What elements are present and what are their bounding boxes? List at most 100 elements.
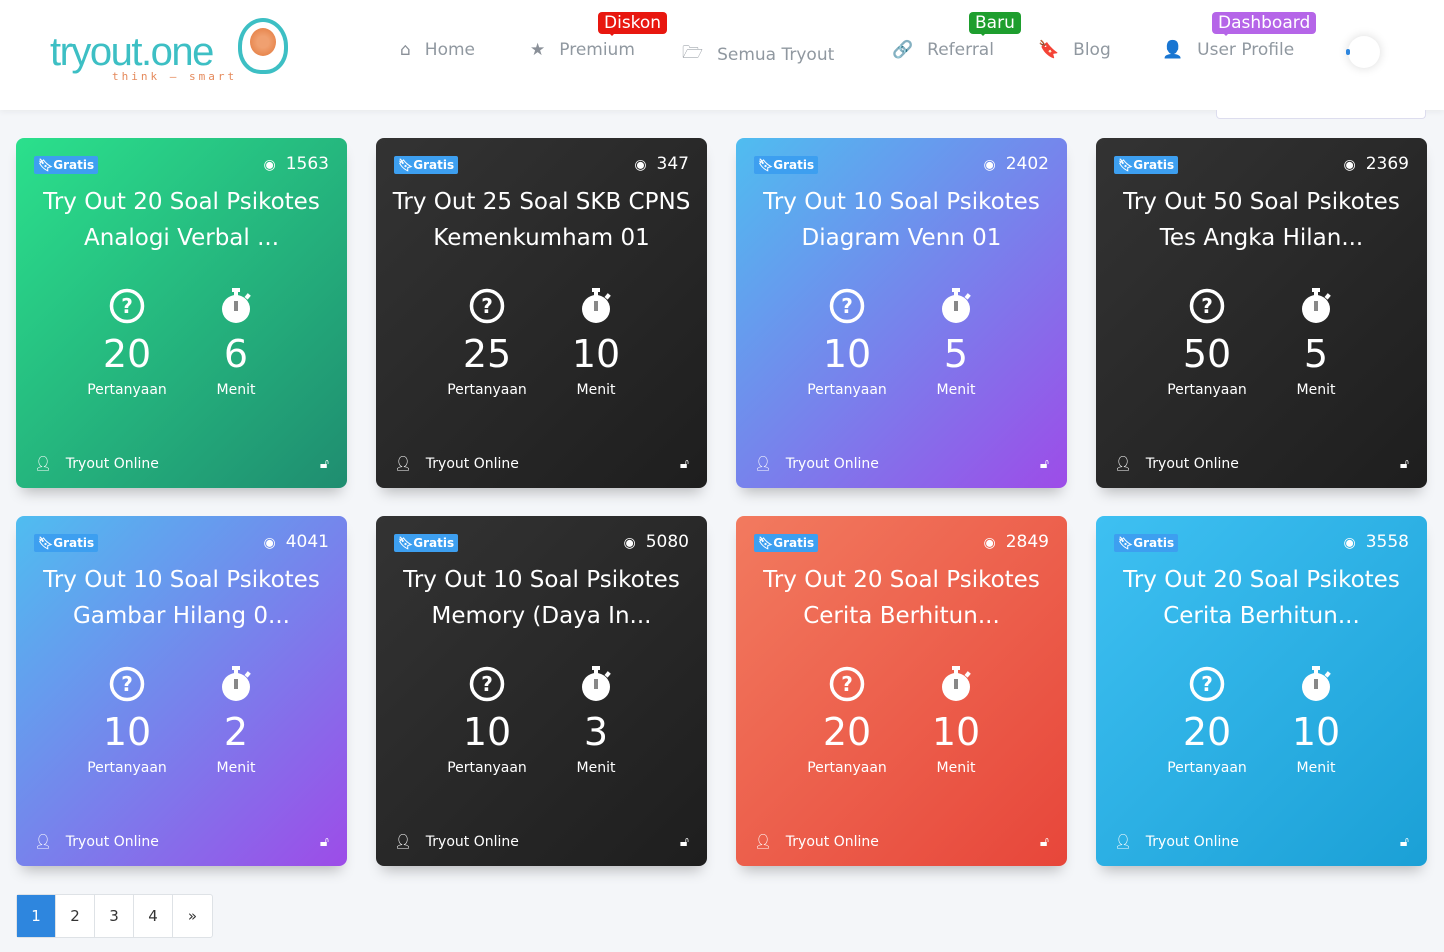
bookmark-icon: 🔖︎ <box>1118 158 1134 172</box>
nav-badge: Dashboard <box>1212 12 1317 36</box>
badge-label: Gratis <box>53 158 95 172</box>
footer-label: Tryout Online <box>425 834 519 850</box>
card-title[interactable]: Try Out 50 Soal Psikotes Tes Angka Hilan… <box>1106 184 1417 256</box>
card-title[interactable]: Try Out 25 Soal SKB CPNS Kemenkumham 01 <box>386 184 697 256</box>
page-2[interactable]: 2 <box>56 895 95 937</box>
minutes-stat: 6 Menit <box>176 288 296 398</box>
footer-label: Tryout Online <box>65 456 159 472</box>
question-circle-icon: ? <box>109 666 145 702</box>
footer-label: Tryout Online <box>425 456 519 472</box>
card-title[interactable]: Try Out 20 Soal Psikotes Cerita Berhitun… <box>1106 562 1417 634</box>
tryout-card[interactable]: 🔖︎Gratis ◉ 2402 Try Out 10 Soal Psikotes … <box>736 138 1067 488</box>
minutes-label: Menit <box>216 760 256 776</box>
minutes-stat: 5 Menit <box>896 288 1016 398</box>
page-4[interactable]: 4 <box>134 895 173 937</box>
pagination: 1 2 3 4» <box>16 894 213 938</box>
nav-folder-open[interactable]: 🗁 Semua Tryout <box>682 40 834 69</box>
minutes-label: Menit <box>216 382 256 398</box>
minutes-stat: 2 Menit <box>176 666 296 776</box>
nav-user[interactable]: 👤 User Profile <box>1162 40 1294 60</box>
gratis-badge: 🔖︎Gratis <box>34 156 99 174</box>
minutes-count: 10 <box>1291 710 1341 754</box>
minutes-count: 5 <box>943 332 969 376</box>
views-value: 2849 <box>1005 532 1049 552</box>
views-value: 3558 <box>1365 532 1409 552</box>
question-circle-icon: ? <box>829 666 865 702</box>
questions-count: 10 <box>462 710 512 754</box>
minutes-stat: 10 Menit <box>896 666 1016 776</box>
page-3[interactable]: 3 <box>95 895 134 937</box>
questions-label: Pertanyaan <box>447 382 527 398</box>
tryout-card[interactable]: 🔖︎Gratis ◉ 3558 Try Out 20 Soal Psikotes … <box>1096 516 1427 866</box>
bookmark-icon: 🔖︎ <box>38 158 54 172</box>
badge-label: Gratis <box>53 536 95 550</box>
tryout-card[interactable]: 🔖︎Gratis ◉ 347 Try Out 25 Soal SKB CPNS K… <box>376 138 707 488</box>
minutes-label: Menit <box>576 760 616 776</box>
questions-count: 50 <box>1182 332 1232 376</box>
svg-text:?: ? <box>1201 672 1213 696</box>
eye-icon: ◉ <box>983 535 996 551</box>
nav-label: Referral <box>927 40 994 60</box>
tryout-card[interactable]: 🔖︎Gratis ◉ 5080 Try Out 10 Soal Psikotes … <box>376 516 707 866</box>
footer-label: Tryout Online <box>785 456 879 472</box>
tryout-card[interactable]: 🔖︎Gratis ◉ 1563 Try Out 20 Soal Psikotes … <box>16 138 347 488</box>
minutes-stat: 10 Menit <box>1256 666 1376 776</box>
view-count: ◉ 2369 <box>1344 154 1409 174</box>
questions-stat: ? 20 Pertanyaan <box>787 666 907 776</box>
minutes-count: 10 <box>571 332 621 376</box>
nav-home[interactable]: ⌂ Home <box>400 40 475 60</box>
eye-icon: ◉ <box>1343 157 1356 173</box>
questions-stat: ? 20 Pertanyaan <box>67 288 187 398</box>
views-value: 2402 <box>1005 154 1049 174</box>
unlock-icon: 🔓︎ <box>679 456 689 472</box>
brand-tagline: think — smart <box>112 70 238 83</box>
questions-label: Pertanyaan <box>87 760 167 776</box>
badge-label: Gratis <box>1133 536 1175 550</box>
card-title[interactable]: Try Out 20 Soal Psikotes Cerita Berhitun… <box>746 562 1057 634</box>
bookmark-icon: 🔖︎ <box>758 536 774 550</box>
nav-bookmark[interactable]: 🔖 Blog <box>1038 40 1111 60</box>
views-value: 347 <box>656 154 689 174</box>
card-title[interactable]: Try Out 20 Soal Psikotes Analogi Verbal … <box>26 184 337 256</box>
gratis-badge: 🔖︎Gratis <box>1114 534 1179 552</box>
stopwatch-icon <box>578 666 614 702</box>
views-value: 2369 <box>1365 154 1409 174</box>
page-1[interactable]: 1 <box>17 895 56 937</box>
minutes-count: 2 <box>223 710 249 754</box>
minutes-label: Menit <box>576 382 616 398</box>
nav-label: Premium <box>559 40 635 60</box>
theme-toggle[interactable] <box>1346 36 1380 68</box>
svg-text:?: ? <box>1201 294 1213 318</box>
svg-text:?: ? <box>121 672 133 696</box>
unlock-icon: 🔓︎ <box>1399 456 1409 472</box>
card-title[interactable]: Try Out 10 Soal Psikotes Memory (Daya In… <box>386 562 697 634</box>
tryout-card[interactable]: 🔖︎Gratis ◉ 2849 Try Out 20 Soal Psikotes … <box>736 516 1067 866</box>
view-count: ◉ 3558 <box>1344 532 1409 552</box>
card-title[interactable]: Try Out 10 Soal Psikotes Gambar Hilang 0… <box>26 562 337 634</box>
questions-label: Pertanyaan <box>807 382 887 398</box>
user-tie-icon: 👤︎ <box>1114 456 1132 472</box>
link-icon: 🔗 <box>892 40 914 60</box>
questions-count: 20 <box>102 332 152 376</box>
stopwatch-icon <box>938 288 974 324</box>
nav-label: Blog <box>1073 40 1111 60</box>
nav-link[interactable]: 🔗 Referral <box>892 40 994 60</box>
card-footer: 👤︎ Tryout Online <box>1114 834 1239 850</box>
minutes-count: 3 <box>583 710 609 754</box>
badge-label: Gratis <box>413 158 455 172</box>
questions-label: Pertanyaan <box>447 760 527 776</box>
tryout-card[interactable]: 🔖︎Gratis ◉ 2369 Try Out 50 Soal Psikotes … <box>1096 138 1427 488</box>
view-count: ◉ 5080 <box>624 532 689 552</box>
logo[interactable]: tryout.one think — smart <box>48 18 298 90</box>
nav-star[interactable]: ★ Premium <box>530 40 635 60</box>
footer-label: Tryout Online <box>65 834 159 850</box>
eye-icon: ◉ <box>263 535 276 551</box>
card-footer: 👤︎ Tryout Online <box>754 456 879 472</box>
questions-count: 10 <box>822 332 872 376</box>
tryout-card[interactable]: 🔖︎Gratis ◉ 4041 Try Out 10 Soal Psikotes … <box>16 516 347 866</box>
stopwatch-icon <box>1298 666 1334 702</box>
card-title[interactable]: Try Out 10 Soal Psikotes Diagram Venn 01 <box>746 184 1057 256</box>
svg-text:?: ? <box>481 672 493 696</box>
next-page-button[interactable]: » <box>173 895 212 937</box>
bookmark-icon: 🔖︎ <box>38 536 54 550</box>
